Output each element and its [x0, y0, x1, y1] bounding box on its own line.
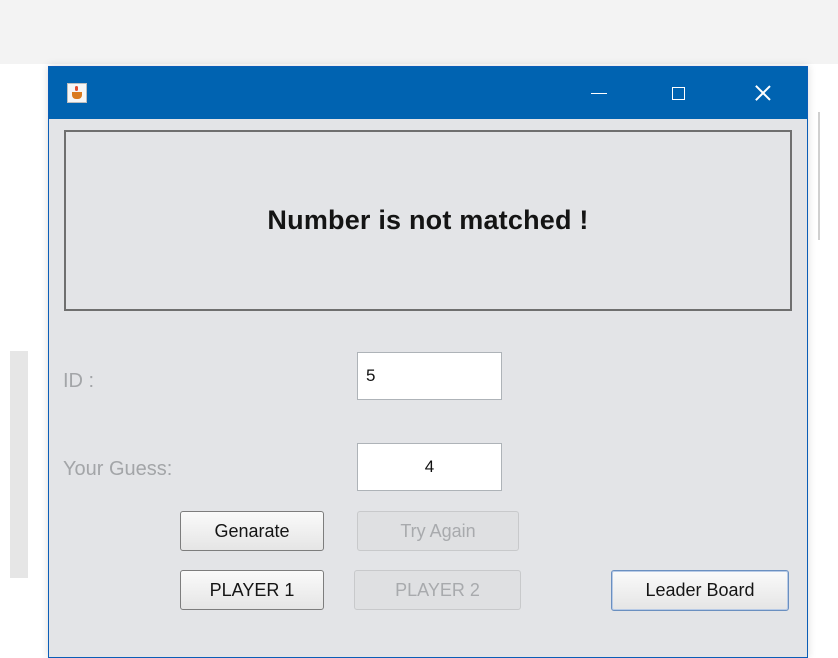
genarate-button[interactable]: Genarate [180, 511, 324, 551]
close-icon [755, 85, 771, 101]
title-bar[interactable] [49, 67, 807, 119]
result-message: Number is not matched ! [267, 205, 589, 235]
guess-label: Your Guess: [63, 458, 173, 480]
background-top-band [0, 0, 838, 64]
leader-board-button[interactable]: Leader Board [611, 570, 789, 611]
background-left-strip [10, 351, 28, 578]
guess-input[interactable]: 4 [357, 443, 502, 491]
background-right-panel [818, 112, 838, 240]
id-label: ID : [63, 370, 95, 392]
minimize-button[interactable] [571, 67, 627, 119]
maximize-button[interactable] [650, 67, 706, 119]
player-2-button[interactable]: PLAYER 2 [354, 570, 521, 610]
message-panel: Number is not matched ! [64, 130, 792, 311]
game-window: Number is not matched ! ID : 5 Your Gues… [48, 66, 808, 658]
maximize-icon [671, 86, 685, 100]
id-input[interactable]: 5 [357, 352, 502, 400]
java-cup-icon [67, 83, 87, 103]
player-1-button[interactable]: PLAYER 1 [180, 570, 324, 610]
java-cup-shape [72, 92, 82, 99]
java-steam-shape [75, 86, 78, 91]
close-button[interactable] [735, 67, 791, 119]
try-again-button[interactable]: Try Again [357, 511, 519, 551]
minimize-icon [591, 92, 607, 94]
